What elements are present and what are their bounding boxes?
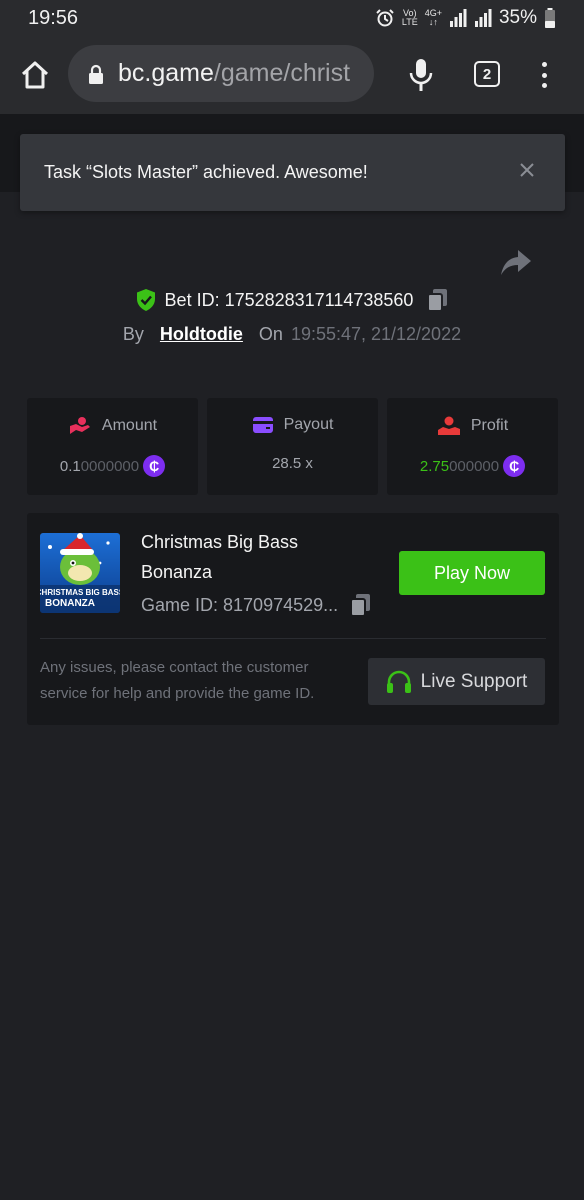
profit-card: Profit 2.75000000 ₵: [387, 398, 558, 495]
support-hint: Any issues, please contact the customer …: [40, 659, 315, 702]
thumb-title-line2: BONANZA: [45, 598, 95, 609]
amount-card: Amount 0.10000000 ₵: [27, 398, 198, 495]
live-support-button[interactable]: Live Support: [368, 658, 545, 705]
game-id: Game ID: 8170974529...: [141, 594, 339, 615]
play-now-button[interactable]: Play Now: [399, 551, 545, 595]
browser-toolbar: bc.game/game/christ 2: [0, 36, 584, 114]
bet-meta-row: By Holdtodie On 19:55:47, 21/12/2022: [0, 324, 584, 345]
lock-icon: [88, 64, 104, 84]
shield-check-icon: [136, 289, 155, 311]
status-time: 19:56: [28, 6, 79, 29]
signal-icon-2: [474, 9, 492, 27]
game-title[interactable]: Christmas Big Bass Bonanza: [141, 527, 341, 587]
share-icon[interactable]: [500, 248, 532, 276]
divider: [40, 638, 546, 639]
bet-id: Bet ID: 1752828317114738560: [164, 289, 414, 310]
copy-icon[interactable]: [427, 288, 449, 312]
game-thumbnail[interactable]: CHRISTMAS BIG BASS BONANZA: [40, 533, 120, 613]
url-text: bc.game/game/christ: [118, 59, 351, 87]
battery-percent: 35%: [498, 7, 537, 28]
status-bar: 19:56 Vo) LTE 4G+ ↓↑ 35%: [0, 0, 584, 36]
thumb-title-line1: CHRISTMAS BIG BASS: [40, 588, 120, 597]
address-bar[interactable]: bc.game/game/christ: [68, 45, 374, 102]
profit-label: Profit: [470, 417, 509, 434]
amount-label: Amount: [101, 417, 158, 434]
toast-message: Task “Slots Master” achieved. Awesome!: [44, 162, 368, 182]
payout-value: 28.5 x: [272, 455, 313, 472]
live-support-label: Live Support: [420, 670, 528, 692]
coin-icon: ₵: [503, 455, 526, 477]
network-indicator: 4G+ ↓↑: [424, 8, 442, 27]
signal-icon: [449, 9, 467, 27]
by-label: By: [122, 324, 144, 344]
profit-value: 2.75000000 ₵: [387, 455, 558, 477]
achievement-toast: Task “Slots Master” achieved. Awesome!: [20, 134, 565, 211]
game-id-row: Game ID: 8170974529...: [141, 593, 372, 617]
player-name-link[interactable]: Holdtodie: [160, 324, 243, 345]
coin-icon: ₵: [143, 455, 166, 477]
profit-icon: [437, 416, 460, 435]
payout-card: Payout 28.5 x: [207, 398, 378, 495]
home-icon: [21, 61, 49, 89]
headset-icon: [386, 670, 411, 693]
volte-indicator: Vo) LTE: [401, 8, 418, 27]
tab-switcher-button[interactable]: 2: [474, 61, 500, 87]
on-label: On: [258, 324, 283, 344]
amount-icon: [69, 417, 90, 434]
game-card: CHRISTMAS BIG BASS BONANZA Christmas Big…: [27, 513, 559, 725]
home-button[interactable]: [18, 58, 52, 92]
voice-search-button[interactable]: [405, 56, 437, 94]
bet-datetime: 19:55:47, 21/12/2022: [290, 324, 462, 344]
amount-value: 0.10000000 ₵: [27, 455, 198, 477]
alarm-icon: [376, 9, 394, 27]
copy-icon[interactable]: [350, 593, 372, 617]
battery-icon: [545, 8, 555, 28]
payout-icon: [252, 417, 273, 433]
bet-id-row: Bet ID: 1752828317114738560: [0, 288, 584, 312]
more-menu-button[interactable]: [533, 58, 555, 92]
status-icons: Vo) LTE 4G+ ↓↑ 35%: [375, 7, 556, 29]
microphone-icon: [409, 59, 433, 91]
close-icon[interactable]: [517, 160, 537, 180]
payout-label: Payout: [283, 416, 334, 433]
